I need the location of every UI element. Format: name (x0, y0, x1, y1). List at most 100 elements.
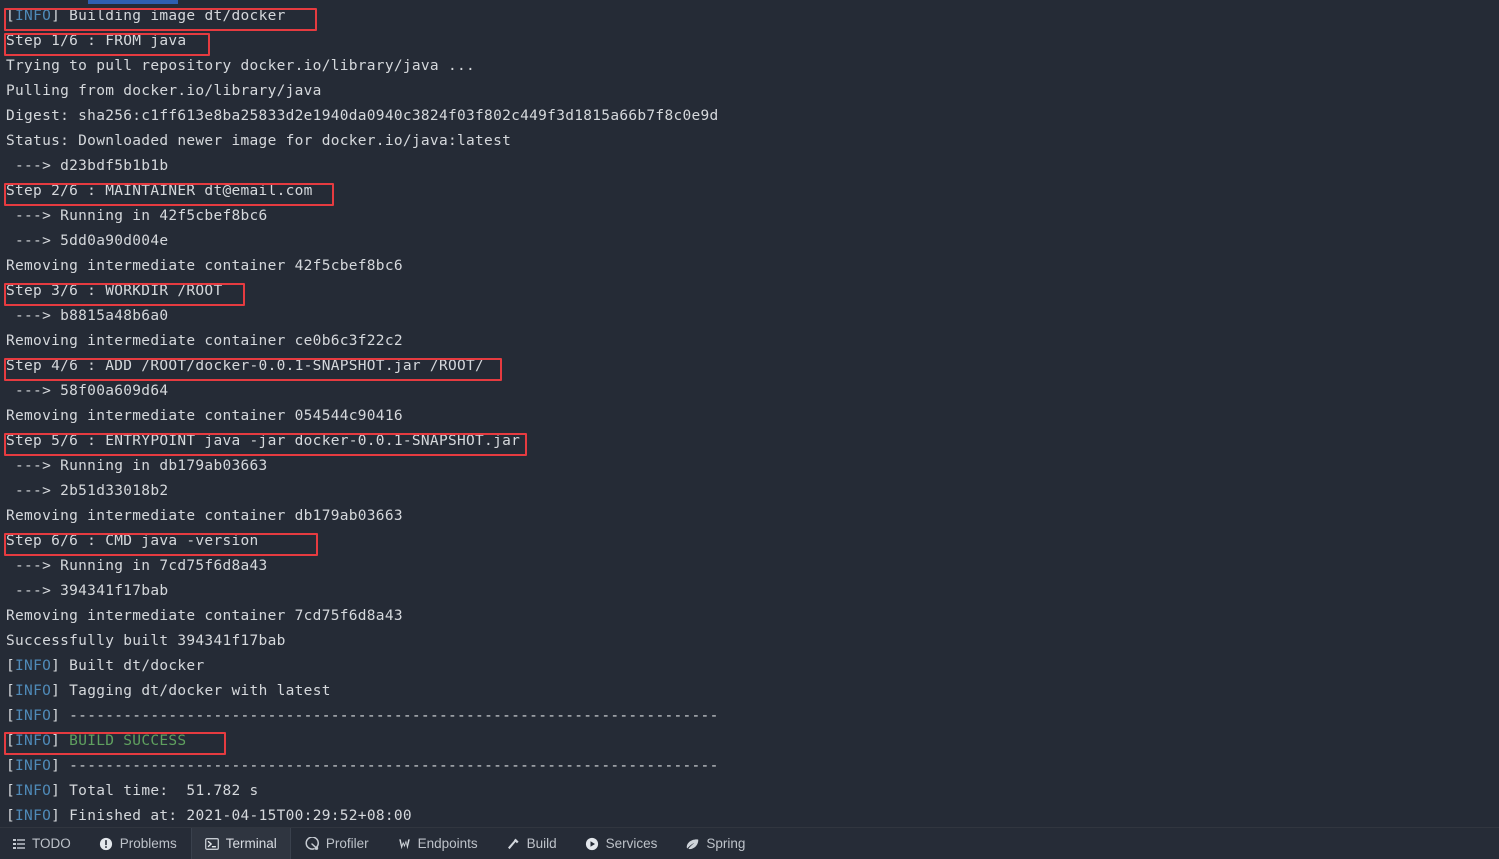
terminal-line: [INFO] Total time: 51.782 s (0, 779, 1499, 804)
terminal-text-segment: [ (6, 8, 16, 24)
terminal-text-segment: INFO (15, 8, 52, 24)
terminal-text-segment: Removing intermediate container db179ab0… (6, 508, 403, 524)
terminal-line: ---> Running in db179ab03663 (0, 454, 1499, 479)
terminal-line: Step 5/6 : ENTRYPOINT java -jar docker-0… (0, 429, 1499, 454)
terminal-text-segment: ] Tagging dt/docker with latest (51, 683, 331, 699)
terminal-text-segment: INFO (15, 708, 52, 724)
terminal-output-console[interactable]: [INFO] Building image dt/docker Step 1/6 … (0, 4, 1499, 828)
terminal-text-segment: ---> d23bdf5b1b1b (6, 158, 169, 174)
terminal-text-segment: INFO (15, 808, 52, 824)
terminal-line: Successfully built 394341f17bab (0, 629, 1499, 654)
tab-terminal[interactable]: Terminal (190, 828, 291, 859)
tab-label: Profiler (325, 836, 369, 851)
terminal-text-segment: ---> 394341f17bab (6, 583, 169, 599)
ide-terminal-window: [INFO] Building image dt/docker Step 1/6 … (0, 0, 1499, 859)
tab-label: Terminal (225, 836, 277, 851)
tab-label: Spring (706, 836, 746, 851)
terminal-text-segment: Pulling from docker.io/library/java (6, 83, 322, 99)
terminal-text-segment: Removing intermediate container 42f5cbef… (6, 258, 403, 274)
warning-circle-icon (99, 836, 114, 851)
terminal-text-segment: Step 3/6 : WORKDIR /ROOT (6, 283, 223, 299)
terminal-text-segment: [ (6, 808, 16, 824)
terminal-text-segment: ---> Running in 42f5cbef8bc6 (6, 208, 268, 224)
terminal-text-segment: Step 4/6 : ADD /ROOT/docker-0.0.1-SNAPSH… (6, 358, 485, 374)
terminal-line: ---> Running in 42f5cbef8bc6 (0, 204, 1499, 229)
endpoints-icon (397, 836, 412, 851)
terminal-text-segment: [ (6, 783, 16, 799)
profiler-gauge-icon (305, 836, 320, 851)
terminal-text-segment: ---> 5dd0a90d004e (6, 233, 169, 249)
list-icon (11, 836, 26, 851)
terminal-line: Trying to pull repository docker.io/libr… (0, 54, 1499, 79)
terminal-text-segment: ] Total time: 51.782 s (51, 783, 259, 799)
terminal-text-segment: [ (6, 708, 16, 724)
terminal-line: [INFO] Tagging dt/docker with latest (0, 679, 1499, 704)
terminal-text-segment: ---> 58f00a609d64 (6, 383, 169, 399)
terminal-line: Removing intermediate container db179ab0… (0, 504, 1499, 529)
terminal-line: [INFO] Built dt/docker (0, 654, 1499, 679)
tab-label: Build (526, 836, 557, 851)
terminal-text-segment: ---> Running in 7cd75f6d8a43 (6, 558, 268, 574)
terminal-line: [INFO] ---------------------------------… (0, 754, 1499, 779)
terminal-text-segment: ] (51, 733, 70, 749)
terminal-text-segment: INFO (15, 758, 52, 774)
terminal-line: Removing intermediate container ce0b6c3f… (0, 329, 1499, 354)
terminal-line: Step 3/6 : WORKDIR /ROOT (0, 279, 1499, 304)
terminal-line: ---> 5dd0a90d004e (0, 229, 1499, 254)
tab-problems[interactable]: Problems (85, 828, 191, 859)
terminal-text-segment: INFO (15, 683, 52, 699)
terminal-text-segment: Trying to pull repository docker.io/libr… (6, 58, 476, 74)
tab-label: Services (605, 836, 658, 851)
terminal-text-segment: INFO (15, 783, 52, 799)
terminal-line: Step 1/6 : FROM java (0, 29, 1499, 54)
terminal-text-segment: Removing intermediate container ce0b6c3f… (6, 333, 403, 349)
terminal-text-segment: Status: Downloaded newer image for docke… (6, 133, 512, 149)
terminal-text-segment: INFO (15, 658, 52, 674)
terminal-line: Removing intermediate container 42f5cbef… (0, 254, 1499, 279)
tab-profiler[interactable]: Profiler (291, 828, 383, 859)
terminal-text-segment: [ (6, 658, 16, 674)
terminal-text-segment: Step 5/6 : ENTRYPOINT java -jar docker-0… (6, 433, 521, 449)
terminal-line: ---> d23bdf5b1b1b (0, 154, 1499, 179)
terminal-prompt-icon (205, 836, 220, 851)
terminal-line: Pulling from docker.io/library/java (0, 79, 1499, 104)
terminal-line: ---> 2b51d33018b2 (0, 479, 1499, 504)
tab-spring[interactable]: Spring (671, 828, 759, 859)
terminal-line: ---> 58f00a609d64 (0, 379, 1499, 404)
terminal-line: Step 2/6 : MAINTAINER dt@email.com (0, 179, 1499, 204)
tab-endpoints[interactable]: Endpoints (383, 828, 492, 859)
terminal-text-segment: ] Building image dt/docker (51, 8, 286, 24)
terminal-text-segment: [ (6, 758, 16, 774)
terminal-line: Digest: sha256:c1ff613e8ba25833d2e1940da… (0, 104, 1499, 129)
terminal-line: ---> Running in 7cd75f6d8a43 (0, 554, 1499, 579)
tab-label: Problems (119, 836, 177, 851)
terminal-line: ---> 394341f17bab (0, 579, 1499, 604)
terminal-text-segment: ---> Running in db179ab03663 (6, 458, 268, 474)
terminal-line: Removing intermediate container 7cd75f6d… (0, 604, 1499, 629)
terminal-text-segment: BUILD SUCCESS (69, 733, 187, 749)
terminal-text-segment: ---> b8815a48b6a0 (6, 308, 169, 324)
terminal-line: [INFO] Finished at: 2021-04-15T00:29:52+… (0, 804, 1499, 828)
terminal-line: Status: Downloaded newer image for docke… (0, 129, 1499, 154)
terminal-line: Step 4/6 : ADD /ROOT/docker-0.0.1-SNAPSH… (0, 354, 1499, 379)
terminal-text-segment: Step 1/6 : FROM java (6, 33, 187, 49)
terminal-text-segment: INFO (15, 733, 52, 749)
terminal-text-segment: Removing intermediate container 054544c9… (6, 408, 403, 424)
terminal-line: [INFO] Building image dt/docker (0, 4, 1499, 29)
terminal-text-segment: Removing intermediate container 7cd75f6d… (6, 608, 403, 624)
terminal-text-segment: Successfully built 394341f17bab (6, 633, 286, 649)
terminal-line: Removing intermediate container 054544c9… (0, 404, 1499, 429)
tab-todo[interactable]: TODO (0, 828, 85, 859)
terminal-line: [INFO] ---------------------------------… (0, 704, 1499, 729)
terminal-text-segment: Step 2/6 : MAINTAINER dt@email.com (6, 183, 313, 199)
tab-label: Endpoints (417, 836, 478, 851)
hammer-icon (506, 836, 521, 851)
tab-build[interactable]: Build (492, 828, 571, 859)
terminal-line: Step 6/6 : CMD java -version (0, 529, 1499, 554)
tab-services[interactable]: Services (571, 828, 672, 859)
terminal-text-segment: Step 6/6 : CMD java -version (6, 533, 259, 549)
spring-leaf-icon (685, 836, 700, 851)
terminal-text-segment: [ (6, 733, 16, 749)
terminal-text-segment: Digest: sha256:c1ff613e8ba25833d2e1940da… (6, 108, 719, 124)
tool-window-tab-bar: TODO Problems Terminal Profiler Endpoints Bui… (0, 827, 1499, 859)
